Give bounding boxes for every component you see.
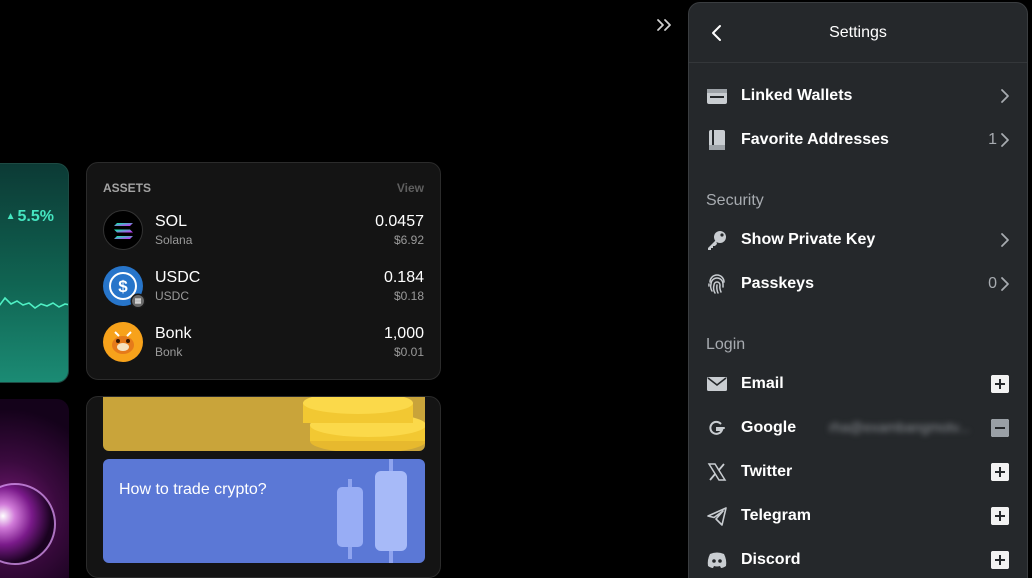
solana-logo-icon xyxy=(103,210,143,250)
asset-symbol: USDC xyxy=(155,269,201,286)
settings-title: Settings xyxy=(829,24,887,41)
price-chart-card[interactable]: ▲ 5.5% xyxy=(0,163,69,383)
passkeys-label: Passkeys xyxy=(741,275,814,292)
mail-icon xyxy=(707,377,727,391)
assets-card: ASSETS View SOL Solana 0.0457 $6.92 $ US… xyxy=(86,162,441,380)
show-private-key-row[interactable]: Show Private Key xyxy=(689,220,1027,260)
favorite-addresses-label: Favorite Addresses xyxy=(741,131,889,148)
asset-amount: 0.0457 xyxy=(375,213,424,230)
passkeys-count: 0 xyxy=(988,275,997,292)
asset-amount: 1,000 xyxy=(383,325,424,342)
plus-icon[interactable] xyxy=(991,463,1009,481)
linked-wallets-label: Linked Wallets xyxy=(741,87,853,104)
usdc-logo-icon: $ xyxy=(103,266,146,309)
settings-header: Settings xyxy=(689,3,1027,63)
linked-wallets-row[interactable]: Linked Wallets xyxy=(689,76,1027,116)
key-icon xyxy=(708,231,726,250)
telegram-login-row[interactable]: Telegram xyxy=(689,496,1027,536)
asset-symbol: Bonk xyxy=(155,325,192,342)
asset-usd-value: $6.92 xyxy=(393,233,424,247)
asset-symbol: SOL xyxy=(155,213,188,230)
minus-icon[interactable] xyxy=(991,419,1009,437)
fingerprint-icon xyxy=(708,274,725,294)
google-label: Google xyxy=(741,419,797,436)
telegram-icon xyxy=(707,507,727,526)
coins-stack-image xyxy=(303,397,425,451)
collapse-panel-icon[interactable] xyxy=(655,15,675,35)
trade-crypto-banner[interactable]: How to trade crypto? xyxy=(103,459,425,563)
orb-image xyxy=(0,483,56,565)
chain-badge-icon xyxy=(130,293,146,309)
asset-usd-value: $0.01 xyxy=(393,345,424,359)
asset-amount: 0.184 xyxy=(383,269,424,286)
asset-name: Solana xyxy=(155,233,193,247)
discord-label: Discord xyxy=(741,551,801,568)
price-sparkline xyxy=(0,296,68,309)
google-login-row[interactable]: Google rha@exambangmotv... xyxy=(689,408,1027,448)
price-change-value: 5.5% xyxy=(17,208,54,225)
favorite-addresses-row[interactable]: Favorite Addresses 1 xyxy=(689,120,1027,160)
show-private-key-label: Show Private Key xyxy=(741,231,876,248)
google-account-email: rha@exambangmotv... xyxy=(829,419,970,435)
address-book-icon xyxy=(709,130,725,150)
login-section-label: Login xyxy=(706,336,746,353)
asset-usd-value: $0.18 xyxy=(393,289,424,303)
x-twitter-icon xyxy=(707,463,727,481)
chevron-right-icon xyxy=(1001,233,1009,247)
email-label: Email xyxy=(741,375,784,392)
up-triangle-icon: ▲ xyxy=(5,211,16,222)
assets-view-link[interactable]: View xyxy=(397,181,424,195)
asset-name: USDC xyxy=(155,289,190,303)
twitter-login-row[interactable]: Twitter xyxy=(689,452,1027,492)
discord-login-row[interactable]: Discord xyxy=(689,540,1027,578)
telegram-label: Telegram xyxy=(741,507,811,524)
assets-title: ASSETS xyxy=(103,181,152,195)
google-icon xyxy=(709,420,725,435)
asset-row-usdc[interactable]: $ USDC USDC 0.184 $0.18 xyxy=(103,264,424,309)
twitter-label: Twitter xyxy=(741,463,793,480)
bonk-logo-icon xyxy=(103,322,143,362)
favorite-count: 1 xyxy=(988,131,997,148)
candlestick-image xyxy=(337,459,407,563)
chevron-right-icon xyxy=(1001,89,1009,103)
settings-panel: Settings Linked Wallets Favorite Address… xyxy=(688,2,1028,578)
asset-row-sol[interactable]: SOL Solana 0.0457 $6.92 xyxy=(103,208,424,252)
gold-coins-banner[interactable] xyxy=(103,397,425,451)
plus-icon[interactable] xyxy=(991,375,1009,393)
price-change: ▲ 5.5% xyxy=(6,208,54,226)
nft-card[interactable] xyxy=(0,399,69,578)
security-section-label: Security xyxy=(706,192,764,209)
passkeys-row[interactable]: Passkeys 0 xyxy=(689,264,1027,304)
plus-icon[interactable] xyxy=(991,507,1009,525)
chevron-right-icon xyxy=(1001,133,1009,147)
email-login-row[interactable]: Email xyxy=(689,364,1027,404)
asset-row-bonk[interactable]: Bonk Bonk 1,000 $0.01 xyxy=(103,320,424,364)
wallet-icon xyxy=(707,89,727,104)
chevron-right-icon xyxy=(1001,277,1009,291)
learn-card: How to trade crypto? xyxy=(86,396,441,578)
asset-name: Bonk xyxy=(155,345,183,359)
svg-text:$: $ xyxy=(118,277,128,296)
discord-icon xyxy=(707,552,727,568)
plus-icon[interactable] xyxy=(991,551,1009,569)
